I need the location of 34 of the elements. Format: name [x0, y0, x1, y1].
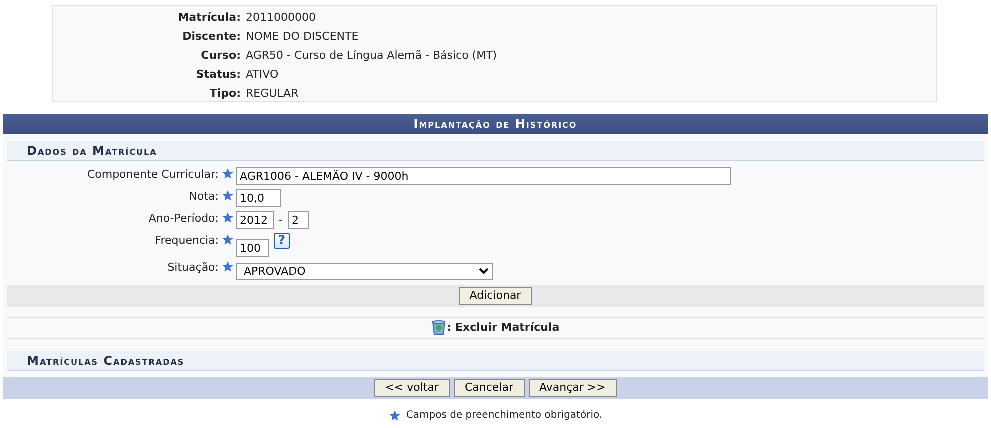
footnote-text: Campos de preenchimento obrigatório. [406, 409, 603, 422]
panel-title: Implantação de Histórico [3, 114, 988, 134]
periodo-field[interactable]: 2 [288, 211, 309, 229]
field-label: Status: [195, 68, 242, 83]
field-label: Situação: [166, 260, 220, 276]
field-label: Matrícula: [177, 11, 242, 26]
field-value: AGR50 - Curso de Língua Alemã - Básico (MT) [246, 49, 498, 64]
help-button[interactable]: ? [274, 233, 290, 249]
trash-icon [431, 320, 448, 336]
ano-field[interactable]: 2012 [236, 211, 274, 229]
next-button[interactable]: Avançar >> [528, 379, 617, 397]
field-value: NOME DO DISCENTE [246, 30, 359, 45]
field-label: Frequencia: [154, 233, 220, 248]
adicionar-button[interactable]: Adicionar [458, 287, 532, 305]
field-label: Nota: [188, 189, 220, 204]
cancel-button[interactable]: Cancelar [454, 379, 524, 397]
field-label: Componente Curricular: [86, 167, 220, 182]
nota-field[interactable]: 10,0 [236, 189, 281, 207]
field-label: Discente: [182, 30, 242, 45]
field-value: 2011000000 [246, 11, 316, 26]
back-button[interactable]: << voltar [374, 379, 450, 397]
section-title: Dados da Matrícula [7, 141, 984, 161]
required-star-icon [389, 410, 402, 422]
separator-text: - [279, 214, 283, 228]
legend-text: : Excluir Matrícula [447, 320, 560, 336]
field-label: Tipo: [208, 87, 242, 102]
situacao-select[interactable]: APROVADO [236, 263, 493, 280]
section-title: Matrículas Cadastradas [7, 351, 984, 371]
field-value: ATIVO [246, 68, 279, 83]
componente-field[interactable]: AGR1006 - ALEMÃO IV - 9000h [236, 167, 731, 185]
field-value: REGULAR [246, 87, 299, 102]
field-label: Ano-Período: [148, 211, 220, 226]
field-label: Curso: [200, 49, 242, 64]
frequencia-field[interactable]: 100 [236, 239, 269, 257]
